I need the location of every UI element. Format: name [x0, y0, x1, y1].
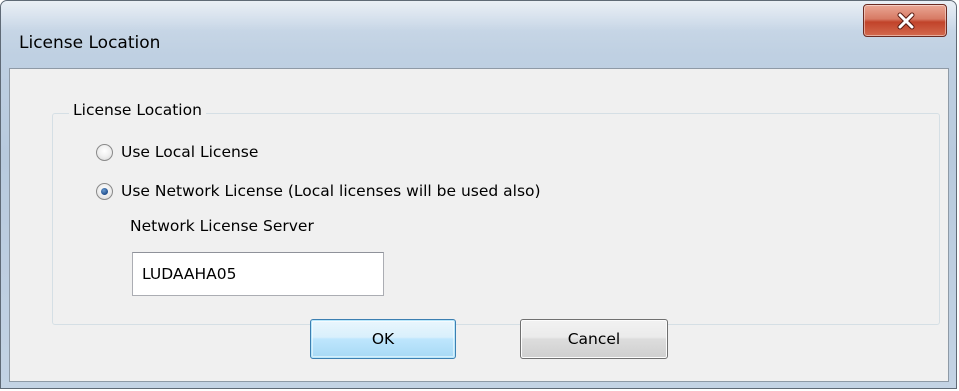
radio-local-license-label[interactable]: Use Local License	[121, 143, 258, 161]
radio-local-license[interactable]: Use Local License	[96, 141, 258, 163]
close-icon	[897, 12, 915, 30]
network-server-input[interactable]	[132, 252, 384, 296]
radio-network-license[interactable]: Use Network License (Local licenses will…	[96, 180, 541, 202]
dialog-body: License Location Use Local License Use N…	[9, 68, 949, 382]
network-server-label: Network License Server	[130, 217, 314, 235]
radio-network-license-label[interactable]: Use Network License (Local licenses will…	[121, 182, 541, 200]
group-legend: License Location	[69, 101, 206, 119]
window-title: License Location	[19, 33, 161, 53]
ok-button[interactable]: OK	[310, 319, 456, 359]
radio-local-license-button[interactable]	[96, 143, 113, 161]
dialog-window: License Location License Location Use Lo…	[0, 0, 957, 389]
cancel-button[interactable]: Cancel	[520, 319, 668, 359]
close-button[interactable]	[863, 4, 947, 37]
radio-network-license-button[interactable]	[96, 182, 113, 200]
